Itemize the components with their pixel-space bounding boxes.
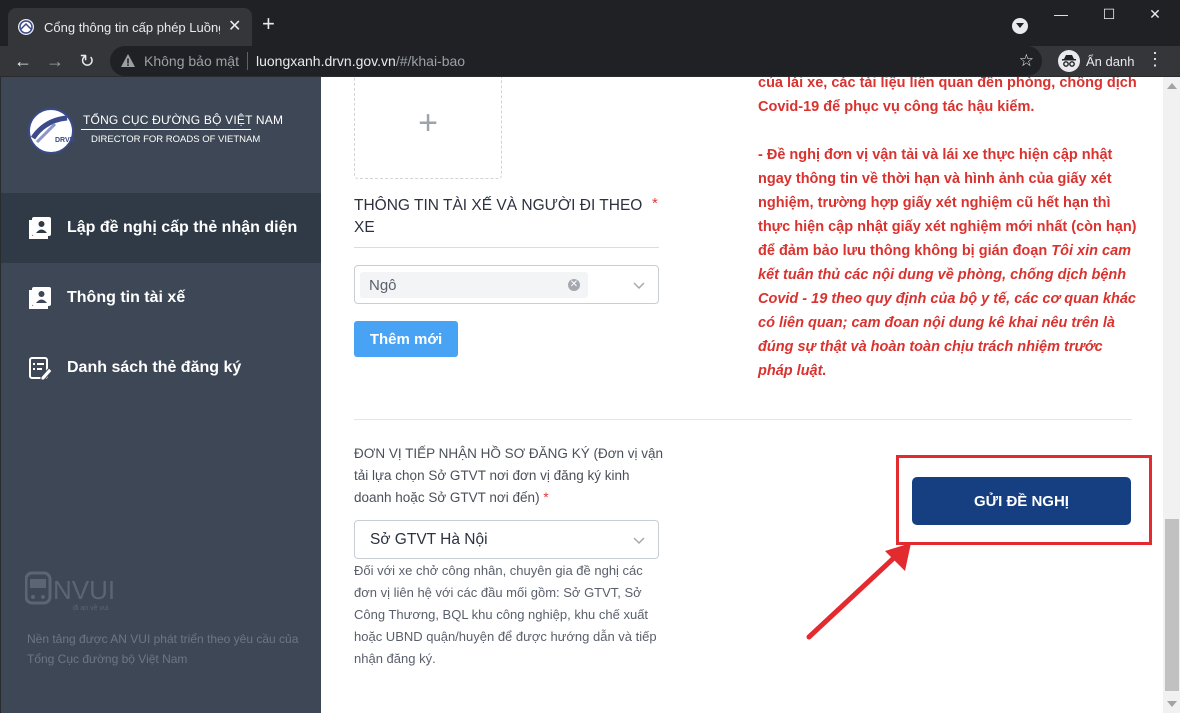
tab-title: Cổng thông tin cấp phép Luồng	[44, 19, 220, 35]
sidebar-item-create-request[interactable]: Lập đề nghị cấp thẻ nhận diện	[1, 193, 321, 263]
url-host: luongxanh.drvn.gov.vn	[255, 53, 396, 69]
sidebar: DRVN TỔNG CỤC ĐƯỜNG BỘ VIỆT NAM DIRECTOR…	[1, 77, 321, 713]
incognito-icon	[1058, 50, 1080, 72]
page-scrollbar[interactable]	[1163, 77, 1180, 713]
main-content: + THÔNG TIN TÀI XẾ VÀ NGƯỜI ĐI THEO XE *…	[321, 77, 1163, 713]
page-viewport: DRVN TỔNG CỤC ĐƯỜNG BỘ VIỆT NAM DIRECTOR…	[0, 76, 1180, 713]
tab-close-icon[interactable]: ✕	[228, 19, 241, 35]
required-mark: *	[543, 490, 549, 505]
address-bar[interactable]: Không bảo mật luongxanh.drvn.gov.vn/#/kh…	[110, 46, 1042, 76]
browser-menu-icon[interactable]: ⋮	[1146, 49, 1164, 70]
driver-multiselect[interactable]: Ngô ✕	[354, 265, 659, 304]
chevron-down-icon	[633, 537, 645, 545]
url-path: /#/khai-bao	[395, 53, 466, 69]
chip-remove-icon[interactable]: ✕	[568, 279, 580, 291]
maximize-icon[interactable]: ☐	[1094, 6, 1124, 26]
bookmark-star-icon[interactable]: ☆	[1019, 51, 1034, 71]
anvui-brand-text: NVUI	[53, 575, 115, 605]
anvui-tagline: đi an về vui	[73, 603, 109, 611]
sidebar-item-driver-info[interactable]: Thông tin tài xế	[1, 263, 321, 333]
notice-paragraph-2: - Đề nghị đơn vị vận tải và lái xe thực …	[758, 143, 1138, 383]
new-tab-plus-icon[interactable]: +	[262, 13, 275, 35]
incognito-profile-button[interactable]: Ẩn danh	[1052, 49, 1140, 73]
scroll-up-arrow-icon[interactable]	[1167, 83, 1177, 89]
receiving-unit-label-text: ĐƠN VỊ TIẾP NHẬN HỒ SƠ ĐĂNG KÝ (Đơn vị v…	[354, 446, 664, 505]
plus-icon: +	[418, 103, 438, 142]
driver-chip-text: Ngô	[369, 276, 397, 294]
add-new-button[interactable]: Thêm mới	[354, 321, 458, 357]
notice-paragraph-1: của lái xe, các tài liệu liên quan đến p…	[758, 77, 1137, 115]
reload-icon[interactable]: ↻	[74, 48, 100, 74]
receiving-unit-selected: Sở GTVT Hà Nội	[370, 530, 488, 548]
annotation-arrow-icon	[806, 543, 911, 640]
id-card-icon	[29, 287, 51, 309]
omnibox-divider	[246, 52, 248, 70]
forward-arrow-icon[interactable]: →	[42, 48, 68, 74]
receiving-unit-select[interactable]: Sở GTVT Hà Nội	[354, 520, 659, 559]
warning-triangle-icon	[121, 54, 135, 67]
section-divider	[354, 247, 659, 248]
driver-chip: Ngô ✕	[360, 272, 588, 298]
sidebar-item-label: Thông tin tài xế	[67, 289, 186, 306]
upload-image-box[interactable]: +	[354, 77, 502, 179]
org-name: TỔNG CỤC ĐƯỜNG BỘ VIỆT NAM	[83, 113, 284, 127]
sidebar-item-label: Danh sách thẻ đăng ký	[67, 359, 242, 376]
list-edit-icon	[29, 357, 53, 381]
notice-commitment-text: Tôi xin cam kết tuân thủ các nội dung về…	[758, 243, 1136, 379]
back-arrow-icon[interactable]: ←	[10, 48, 36, 74]
incognito-label: Ẩn danh	[1086, 53, 1135, 69]
sidebar-item-card-list[interactable]: Danh sách thẻ đăng ký	[1, 333, 321, 403]
drvn-logo-icon: DRVN	[28, 108, 75, 154]
sidebar-item-label: Lập đề nghị cấp thẻ nhận diện	[67, 219, 298, 236]
security-label: Không bảo mật	[144, 53, 239, 69]
footer-note: Nền tảng được AN VUI phát triển theo yêu…	[27, 632, 299, 666]
minimize-icon[interactable]: —	[1046, 6, 1076, 26]
required-mark: *	[652, 195, 658, 212]
browser-toolbar: ← → ↻ Không bảo mật luongxanh.drvn.gov.v…	[0, 46, 1180, 76]
org-subtitle: DIRECTOR FOR ROADS OF VIETNAM	[91, 134, 261, 145]
receiving-unit-label: ĐƠN VỊ TIẾP NHẬN HỒ SƠ ĐĂNG KÝ (Đơn vị v…	[354, 443, 664, 509]
browser-titlebar: Cổng thông tin cấp phép Luồng ✕ + — ☐ ✕	[0, 0, 1180, 46]
id-card-icon	[29, 217, 51, 239]
chevron-down-icon	[633, 282, 645, 290]
drvn-favicon-icon	[18, 19, 34, 35]
notice-text: của lái xe, các tài liệu liên quan đến p…	[758, 77, 1138, 383]
receiving-unit-help: Đối với xe chở công nhân, chuyên gia đề …	[354, 563, 657, 666]
window-close-icon[interactable]: ✕	[1140, 6, 1170, 26]
form-divider	[354, 419, 1132, 420]
anvui-logo-icon: NVUI đi an về vui	[25, 571, 115, 611]
org-name-underline	[81, 129, 251, 130]
submit-request-button[interactable]: GỬI ĐỀ NGHỊ	[912, 477, 1131, 525]
tab-search-chevron-icon[interactable]	[1012, 18, 1028, 34]
driver-section-title: THÔNG TIN TÀI XẾ VÀ NGƯỜI ĐI THEO XE	[354, 197, 643, 236]
browser-tab[interactable]: Cổng thông tin cấp phép Luồng ✕	[8, 8, 252, 46]
scroll-down-arrow-icon[interactable]	[1167, 701, 1177, 707]
scrollbar-thumb[interactable]	[1165, 519, 1179, 691]
logo-text: DRVN	[55, 137, 75, 144]
